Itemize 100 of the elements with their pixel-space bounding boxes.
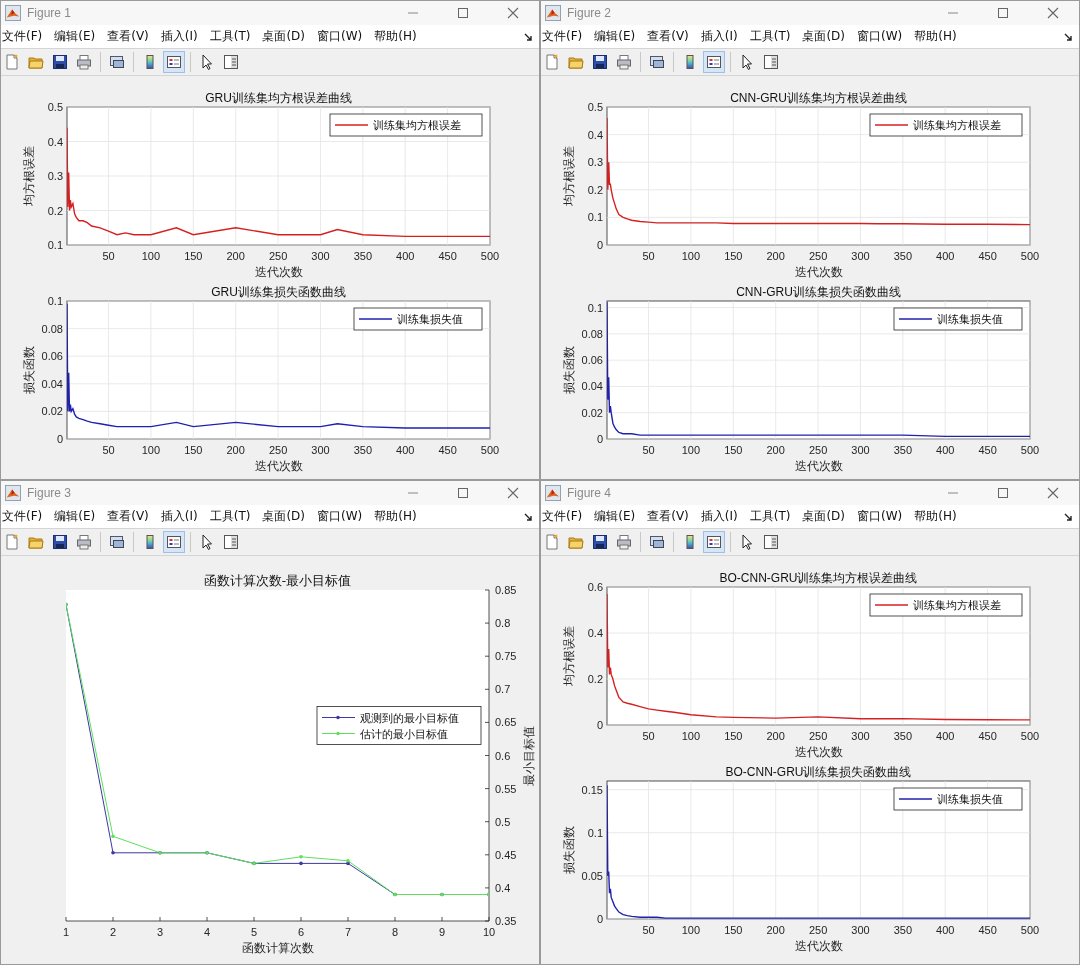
tick-label: 100: [681, 250, 701, 262]
maximize-icon[interactable]: [457, 487, 469, 499]
menu-item[interactable]: 插入(I): [699, 26, 743, 47]
menu-item[interactable]: 窗口(W): [856, 506, 908, 527]
tick-label: 100: [681, 730, 701, 742]
tick-label: 300: [311, 444, 330, 456]
maximize-icon[interactable]: [457, 7, 469, 19]
legend-swatch: [321, 731, 356, 736]
close-icon[interactable]: [507, 7, 519, 19]
tick-label: 200: [226, 250, 245, 262]
tick-label: 0.4: [587, 128, 603, 141]
tick-label: 0.4: [587, 627, 603, 639]
legend-label: 估计的最小目标值: [360, 728, 448, 740]
x-axis-label: 迭代次数: [794, 265, 843, 279]
tick-label: 400: [936, 924, 955, 936]
menu-item[interactable]: 窗口(W): [316, 26, 368, 47]
menu-item[interactable]: 工具(T): [748, 506, 796, 527]
expand-arrow-icon[interactable]: [523, 31, 533, 42]
menu-item[interactable]: 文件(F): [541, 506, 588, 527]
legend-label: 训练集均方根误差: [913, 120, 1001, 131]
tick-label: 0.2: [47, 204, 63, 217]
tick-label: 200: [766, 250, 785, 262]
menu-item[interactable]: 编辑(E): [53, 506, 101, 527]
tick-label: 10: [482, 926, 496, 938]
close-icon[interactable]: [507, 487, 519, 499]
menu-item[interactable]: 插入(I): [699, 506, 743, 527]
tick-label: 200: [766, 730, 785, 742]
menu-item[interactable]: 查看(V): [646, 26, 694, 47]
tick-label: 0.1: [47, 295, 63, 307]
menu-item[interactable]: 文件(F): [1, 26, 48, 47]
tick-label: 9: [438, 926, 446, 938]
menu-item[interactable]: 查看(V): [646, 506, 694, 527]
app-icon: [545, 5, 561, 21]
menu-item[interactable]: 查看(V): [106, 26, 154, 47]
tick-label: 0.55: [495, 782, 517, 795]
menu-item[interactable]: 查看(V): [106, 506, 154, 527]
expand-arrow-icon[interactable]: [523, 511, 533, 522]
menu-item[interactable]: 帮助(H): [913, 26, 962, 47]
x-axis-label: 迭代次数: [794, 745, 843, 759]
menu-item[interactable]: 编辑(E): [593, 26, 641, 47]
tick-label: 50: [642, 250, 655, 262]
tick-label: 0.1: [47, 239, 63, 251]
tick-label: 50: [102, 444, 115, 456]
tick-label: 250: [808, 250, 828, 262]
tick-label: 450: [978, 250, 997, 262]
app-icon: [545, 485, 561, 501]
tick-label: 0.2: [587, 673, 603, 685]
tick-label: 250: [808, 730, 828, 742]
tick-label: 0.3: [587, 156, 603, 169]
chart-title: CNN-GRU训练集均方根误差曲线: [730, 91, 907, 105]
menu-item[interactable]: 编辑(E): [593, 506, 641, 527]
tick-label: 0.4: [47, 135, 63, 148]
tick-label: 0.35: [495, 915, 517, 927]
menu-item[interactable]: 插入(I): [159, 506, 203, 527]
tick-label: 500: [1020, 924, 1040, 936]
menu-item[interactable]: 编辑(E): [53, 26, 101, 47]
menu-item[interactable]: 文件(F): [541, 26, 588, 47]
menu-item[interactable]: 工具(T): [208, 506, 256, 527]
menu-item[interactable]: 帮助(H): [373, 26, 422, 47]
menu-item[interactable]: 桌面(D): [801, 26, 850, 47]
tick-label: 1: [62, 926, 70, 938]
menu-item[interactable]: 窗口(W): [856, 26, 908, 47]
tick-label: 200: [766, 924, 785, 936]
menu-item[interactable]: 文件(F): [1, 506, 48, 527]
chart-title: BO-CNN-GRU训练集均方根误差曲线: [719, 571, 918, 585]
tick-label: 450: [978, 730, 997, 742]
maximize-icon[interactable]: [997, 7, 1009, 19]
tick-label: 0.75: [495, 650, 517, 663]
x-axis-label: 函数计算次数: [241, 941, 314, 955]
menu-item[interactable]: 桌面(D): [801, 506, 850, 527]
menu-item[interactable]: 帮助(H): [913, 506, 962, 527]
tick-label: 0.45: [495, 848, 517, 861]
y-axis-label: 均方根误差: [562, 146, 576, 206]
menu-item[interactable]: 插入(I): [159, 26, 203, 47]
expand-arrow-icon[interactable]: [1063, 31, 1073, 42]
tick-label: 250: [268, 444, 288, 456]
tick-label: 4: [203, 926, 211, 938]
tick-label: 0.02: [41, 405, 63, 418]
close-icon[interactable]: [1047, 7, 1059, 19]
expand-arrow-icon[interactable]: [1063, 511, 1073, 522]
menu-item[interactable]: 工具(T): [748, 26, 796, 47]
tick-label: 300: [851, 730, 870, 742]
tick-label: 250: [268, 250, 288, 262]
x-axis-label: 迭代次数: [254, 265, 303, 279]
menu-item[interactable]: 桌面(D): [261, 26, 310, 47]
close-icon[interactable]: [1047, 487, 1059, 499]
tick-label: 100: [681, 444, 701, 456]
menu-item[interactable]: 帮助(H): [373, 506, 422, 527]
menu-item[interactable]: 窗口(W): [316, 506, 368, 527]
tick-label: 50: [642, 444, 655, 456]
tick-label: 0.8: [495, 617, 511, 630]
tick-label: 0.6: [495, 749, 511, 762]
tick-label: 350: [353, 444, 373, 456]
maximize-icon[interactable]: [997, 487, 1009, 499]
menu-item[interactable]: 桌面(D): [261, 506, 310, 527]
menu-item[interactable]: 工具(T): [208, 26, 256, 47]
tick-label: 200: [766, 444, 785, 456]
y-axis-label: 损失函数: [562, 346, 576, 394]
tick-label: 400: [936, 444, 955, 456]
tick-label: 250: [808, 444, 828, 456]
